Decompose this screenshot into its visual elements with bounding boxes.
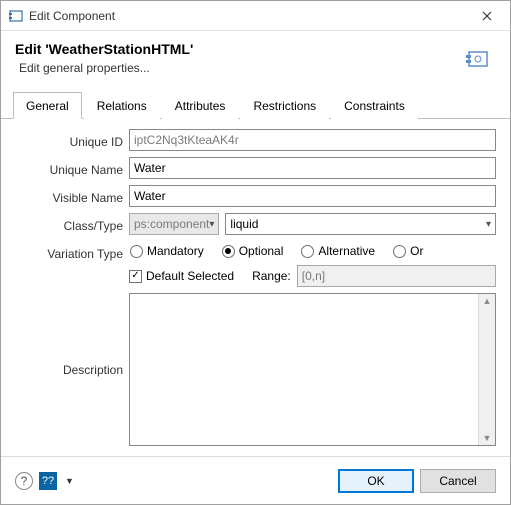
tab-label: Attributes bbox=[175, 99, 226, 113]
unique-id-field bbox=[129, 129, 496, 151]
titlebar-title: Edit Component bbox=[29, 9, 472, 23]
unique-name-field[interactable] bbox=[129, 157, 496, 179]
scroll-up-icon[interactable]: ▲ bbox=[483, 296, 492, 306]
radio-label: Or bbox=[410, 244, 423, 258]
range-label: Range: bbox=[252, 269, 291, 283]
radio-label: Mandatory bbox=[147, 244, 204, 258]
class-select-value: ps:component bbox=[134, 217, 209, 231]
chevron-down-icon: ▾ bbox=[486, 219, 491, 230]
help-dropdown-icon[interactable]: ▼ bbox=[63, 476, 76, 486]
close-button[interactable] bbox=[472, 1, 502, 31]
radio-icon bbox=[301, 245, 314, 258]
tab-label: Relations bbox=[97, 99, 147, 113]
tab-label: Constraints bbox=[344, 99, 405, 113]
radio-label: Alternative bbox=[318, 244, 375, 258]
titlebar: Edit Component bbox=[1, 1, 510, 31]
header-component-icon bbox=[460, 41, 496, 77]
cancel-button[interactable]: Cancel bbox=[420, 469, 496, 493]
tabs: General Relations Attributes Restriction… bbox=[1, 91, 510, 119]
class-type-label: Class/Type bbox=[15, 216, 123, 233]
context-help-button[interactable]: ?? bbox=[39, 472, 57, 490]
tab-restrictions[interactable]: Restrictions bbox=[240, 92, 329, 119]
radio-mandatory[interactable]: Mandatory bbox=[130, 244, 204, 258]
visible-name-field[interactable] bbox=[129, 185, 496, 207]
visible-name-label: Visible Name bbox=[15, 188, 123, 205]
radio-optional[interactable]: Optional bbox=[222, 244, 284, 258]
button-label: Cancel bbox=[439, 474, 476, 488]
header-title: Edit 'WeatherStationHTML' bbox=[15, 41, 460, 57]
header: Edit 'WeatherStationHTML' Edit general p… bbox=[1, 31, 510, 91]
tab-relations[interactable]: Relations bbox=[84, 92, 160, 119]
radio-alternative[interactable]: Alternative bbox=[301, 244, 375, 258]
tab-label: Restrictions bbox=[253, 99, 316, 113]
radio-or[interactable]: Or bbox=[393, 244, 423, 258]
range-field bbox=[297, 265, 496, 287]
class-select: ps:component ▾ bbox=[129, 213, 219, 235]
description-field[interactable]: ▲ ▼ bbox=[129, 293, 496, 446]
radio-label: Optional bbox=[239, 244, 284, 258]
tab-content: Unique ID Unique Name Visible Name Class… bbox=[1, 119, 510, 456]
unique-id-label: Unique ID bbox=[15, 132, 123, 149]
radio-icon bbox=[393, 245, 406, 258]
radio-icon bbox=[222, 245, 235, 258]
variation-radios: Mandatory Optional Alternative Or bbox=[129, 241, 496, 261]
header-subtitle: Edit general properties... bbox=[19, 61, 460, 75]
tab-general[interactable]: General bbox=[13, 92, 82, 119]
unique-name-label: Unique Name bbox=[15, 160, 123, 177]
dialog-window: Edit Component Edit 'WeatherStationHTML'… bbox=[0, 0, 511, 505]
component-icon bbox=[9, 9, 23, 23]
scrollbar[interactable]: ▲ ▼ bbox=[478, 294, 495, 445]
chevron-down-icon: ▾ bbox=[209, 219, 214, 230]
tab-attributes[interactable]: Attributes bbox=[162, 92, 239, 119]
scroll-down-icon[interactable]: ▼ bbox=[483, 433, 492, 443]
type-select[interactable]: liquid ▾ bbox=[225, 213, 496, 235]
button-label: OK bbox=[367, 474, 384, 488]
type-select-value: liquid bbox=[230, 217, 258, 231]
footer: ? ?? ▼ OK Cancel bbox=[1, 456, 510, 504]
help-icon[interactable]: ? bbox=[15, 472, 33, 490]
checkbox-icon bbox=[129, 270, 142, 283]
ok-button[interactable]: OK bbox=[338, 469, 414, 493]
tab-label: General bbox=[26, 99, 69, 113]
default-selected-checkbox[interactable]: Default Selected bbox=[129, 269, 234, 283]
tab-constraints[interactable]: Constraints bbox=[331, 92, 418, 119]
variation-type-label: Variation Type bbox=[15, 241, 123, 261]
radio-icon bbox=[130, 245, 143, 258]
checkbox-label: Default Selected bbox=[146, 269, 234, 283]
description-label: Description bbox=[15, 363, 123, 377]
header-text: Edit 'WeatherStationHTML' Edit general p… bbox=[15, 41, 460, 75]
